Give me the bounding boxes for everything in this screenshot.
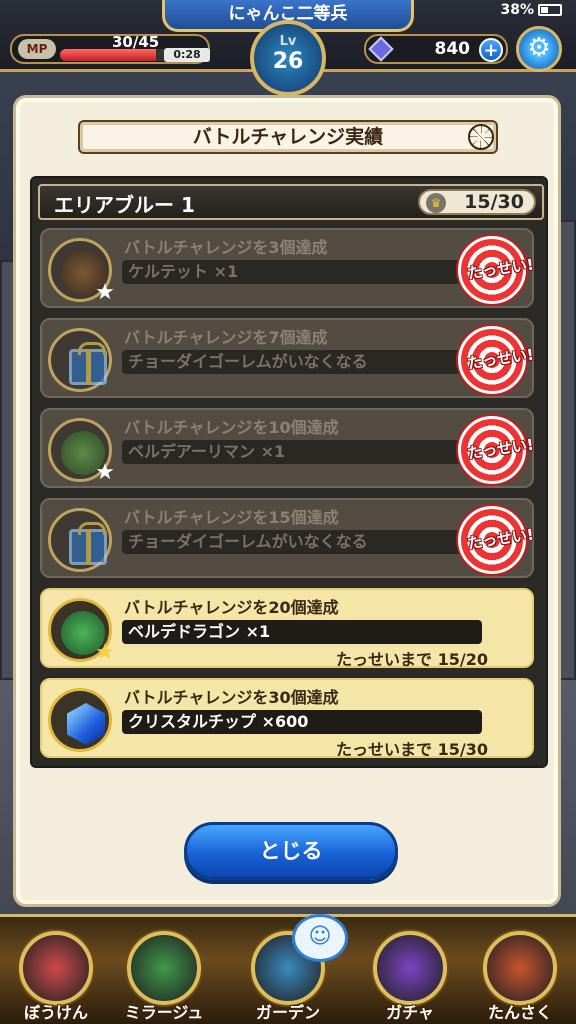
reward-icon-frame: ★ (48, 418, 115, 485)
achievement-desc: バトルチャレンジを3個達成 (124, 238, 328, 257)
star-icon: ★ (95, 640, 115, 665)
gift-box-icon (69, 522, 107, 565)
reward-icon-frame: ★ (48, 238, 115, 305)
mp-meter: MP 30/45 0:28 (10, 33, 210, 64)
mp-label: MP (18, 39, 56, 59)
background-building-right (556, 220, 576, 680)
mountain-icon (483, 931, 557, 1005)
nav-label: ガーデン (255, 1003, 320, 1022)
nav-label: ぼうけん (23, 1003, 88, 1022)
gift-box-icon (69, 342, 107, 385)
bottom-nav: ぼうけん ミラージュ ガーデン ガチャ たんさく (0, 914, 576, 1024)
achievement-reward: チョーダイゴーレムがいなくなる (122, 350, 482, 374)
crystal-chip-icon (67, 703, 105, 745)
achievement-desc: バトルチャレンジを10個達成 (124, 418, 339, 437)
battery-percent: 38% (500, 2, 534, 18)
crystal-icon (373, 931, 447, 1005)
achievement-desc: バトルチャレンジを30個達成 (124, 688, 339, 707)
speech-bubble-icon[interactable]: ☺ (292, 914, 348, 962)
nav-explore[interactable]: たんさく (472, 931, 568, 1024)
gem-icon (368, 36, 394, 62)
nav-label: ミラージュ (124, 1003, 204, 1022)
star-icon: ★ (95, 460, 115, 485)
add-gems-button[interactable]: + (479, 38, 503, 62)
achievement-desc: バトルチャレンジを15個達成 (124, 508, 339, 527)
achievement-reward: ベルデアーリマン ×1 (122, 440, 482, 464)
close-button[interactable]: とじる (184, 822, 398, 880)
list-item: ★ バトルチャレンジを10個達成 ベルデアーリマン ×1 たっせい! (40, 408, 535, 488)
reward-icon-frame (48, 688, 112, 752)
nav-adventure[interactable]: ぼうけん (8, 931, 104, 1024)
status-bar: にゃんこ二等兵 38% MP 30/45 0:28 Lv 26 840 + ⚙ (0, 0, 576, 96)
crown-icon: ♛ (426, 193, 446, 213)
achievement-progress: たっせいまで 15/30 (336, 740, 488, 759)
mp-value: 30/45 (112, 33, 160, 51)
achievement-reward: ベルデドラゴン ×1 (122, 620, 482, 644)
battery-indicator: 38% (500, 2, 562, 18)
achievement-reward: クリスタルチップ ×600 (122, 710, 482, 734)
list-item: ★ バトルチャレンジを20個達成 ベルデドラゴン ×1 たっせいまで 15/20 (40, 588, 534, 669)
nav-mirage[interactable]: ミラージュ (116, 931, 212, 1024)
gem-count: 840 (434, 39, 471, 59)
mp-timer: 0:28 (164, 48, 210, 62)
nav-gacha[interactable]: ガチャ (362, 931, 458, 1024)
star-icon: ★ (95, 280, 115, 305)
list-item: ★ バトルチャレンジを3個達成 ケルテット ×1 たっせい! (40, 228, 535, 308)
area-header: エリアブルー 1 ♛ 15/30 (38, 184, 544, 220)
settings-gear-icon[interactable]: ⚙ (516, 26, 562, 72)
ghost-icon (127, 931, 201, 1005)
spiderweb-icon-right (468, 124, 494, 150)
level-value: 26 (272, 49, 304, 74)
reward-icon-frame: ★ (48, 598, 115, 665)
achievement-reward: チョーダイゴーレムがいなくなる (122, 530, 482, 554)
level-badge: Lv 26 (250, 20, 326, 96)
level-label: Lv (279, 34, 297, 49)
nav-label: たんさく (487, 1003, 552, 1022)
achievement-desc: バトルチャレンジを7個達成 (124, 328, 328, 347)
chest-icon (19, 931, 93, 1005)
list-item: バトルチャレンジを15個達成 チョーダイゴーレムがいなくなる たっせい! (40, 498, 535, 578)
list-item: バトルチャレンジを7個達成 チョーダイゴーレムがいなくなる たっせい! (40, 318, 535, 398)
reward-icon-frame (48, 508, 112, 572)
dialog-title: バトルチャレンジ実績 (78, 120, 498, 154)
achievement-desc: バトルチャレンジを20個達成 (124, 598, 339, 617)
achievement-reward: ケルテット ×1 (122, 260, 482, 284)
gem-counter: 840 + (364, 34, 508, 64)
reward-icon-frame (48, 328, 112, 392)
achievement-progress: たっせいまで 15/20 (336, 650, 488, 669)
battery-icon (538, 4, 562, 16)
area-progress: 15/30 (464, 191, 524, 213)
area-title: エリアブルー 1 (54, 193, 195, 217)
achievement-list-panel: エリアブルー 1 ♛ 15/30 ★ バトルチャレンジを3個達成 ケルテット ×… (30, 176, 548, 768)
area-progress-badge: ♛ 15/30 (418, 189, 536, 215)
nav-label: ガチャ (386, 1003, 434, 1022)
list-item: バトルチャレンジを30個達成 クリスタルチップ ×600 たっせいまで 15/3… (40, 678, 534, 759)
achievement-dialog: バトルチャレンジ実績 エリアブルー 1 ♛ 15/30 ★ バトルチャレンジを3… (16, 98, 558, 904)
